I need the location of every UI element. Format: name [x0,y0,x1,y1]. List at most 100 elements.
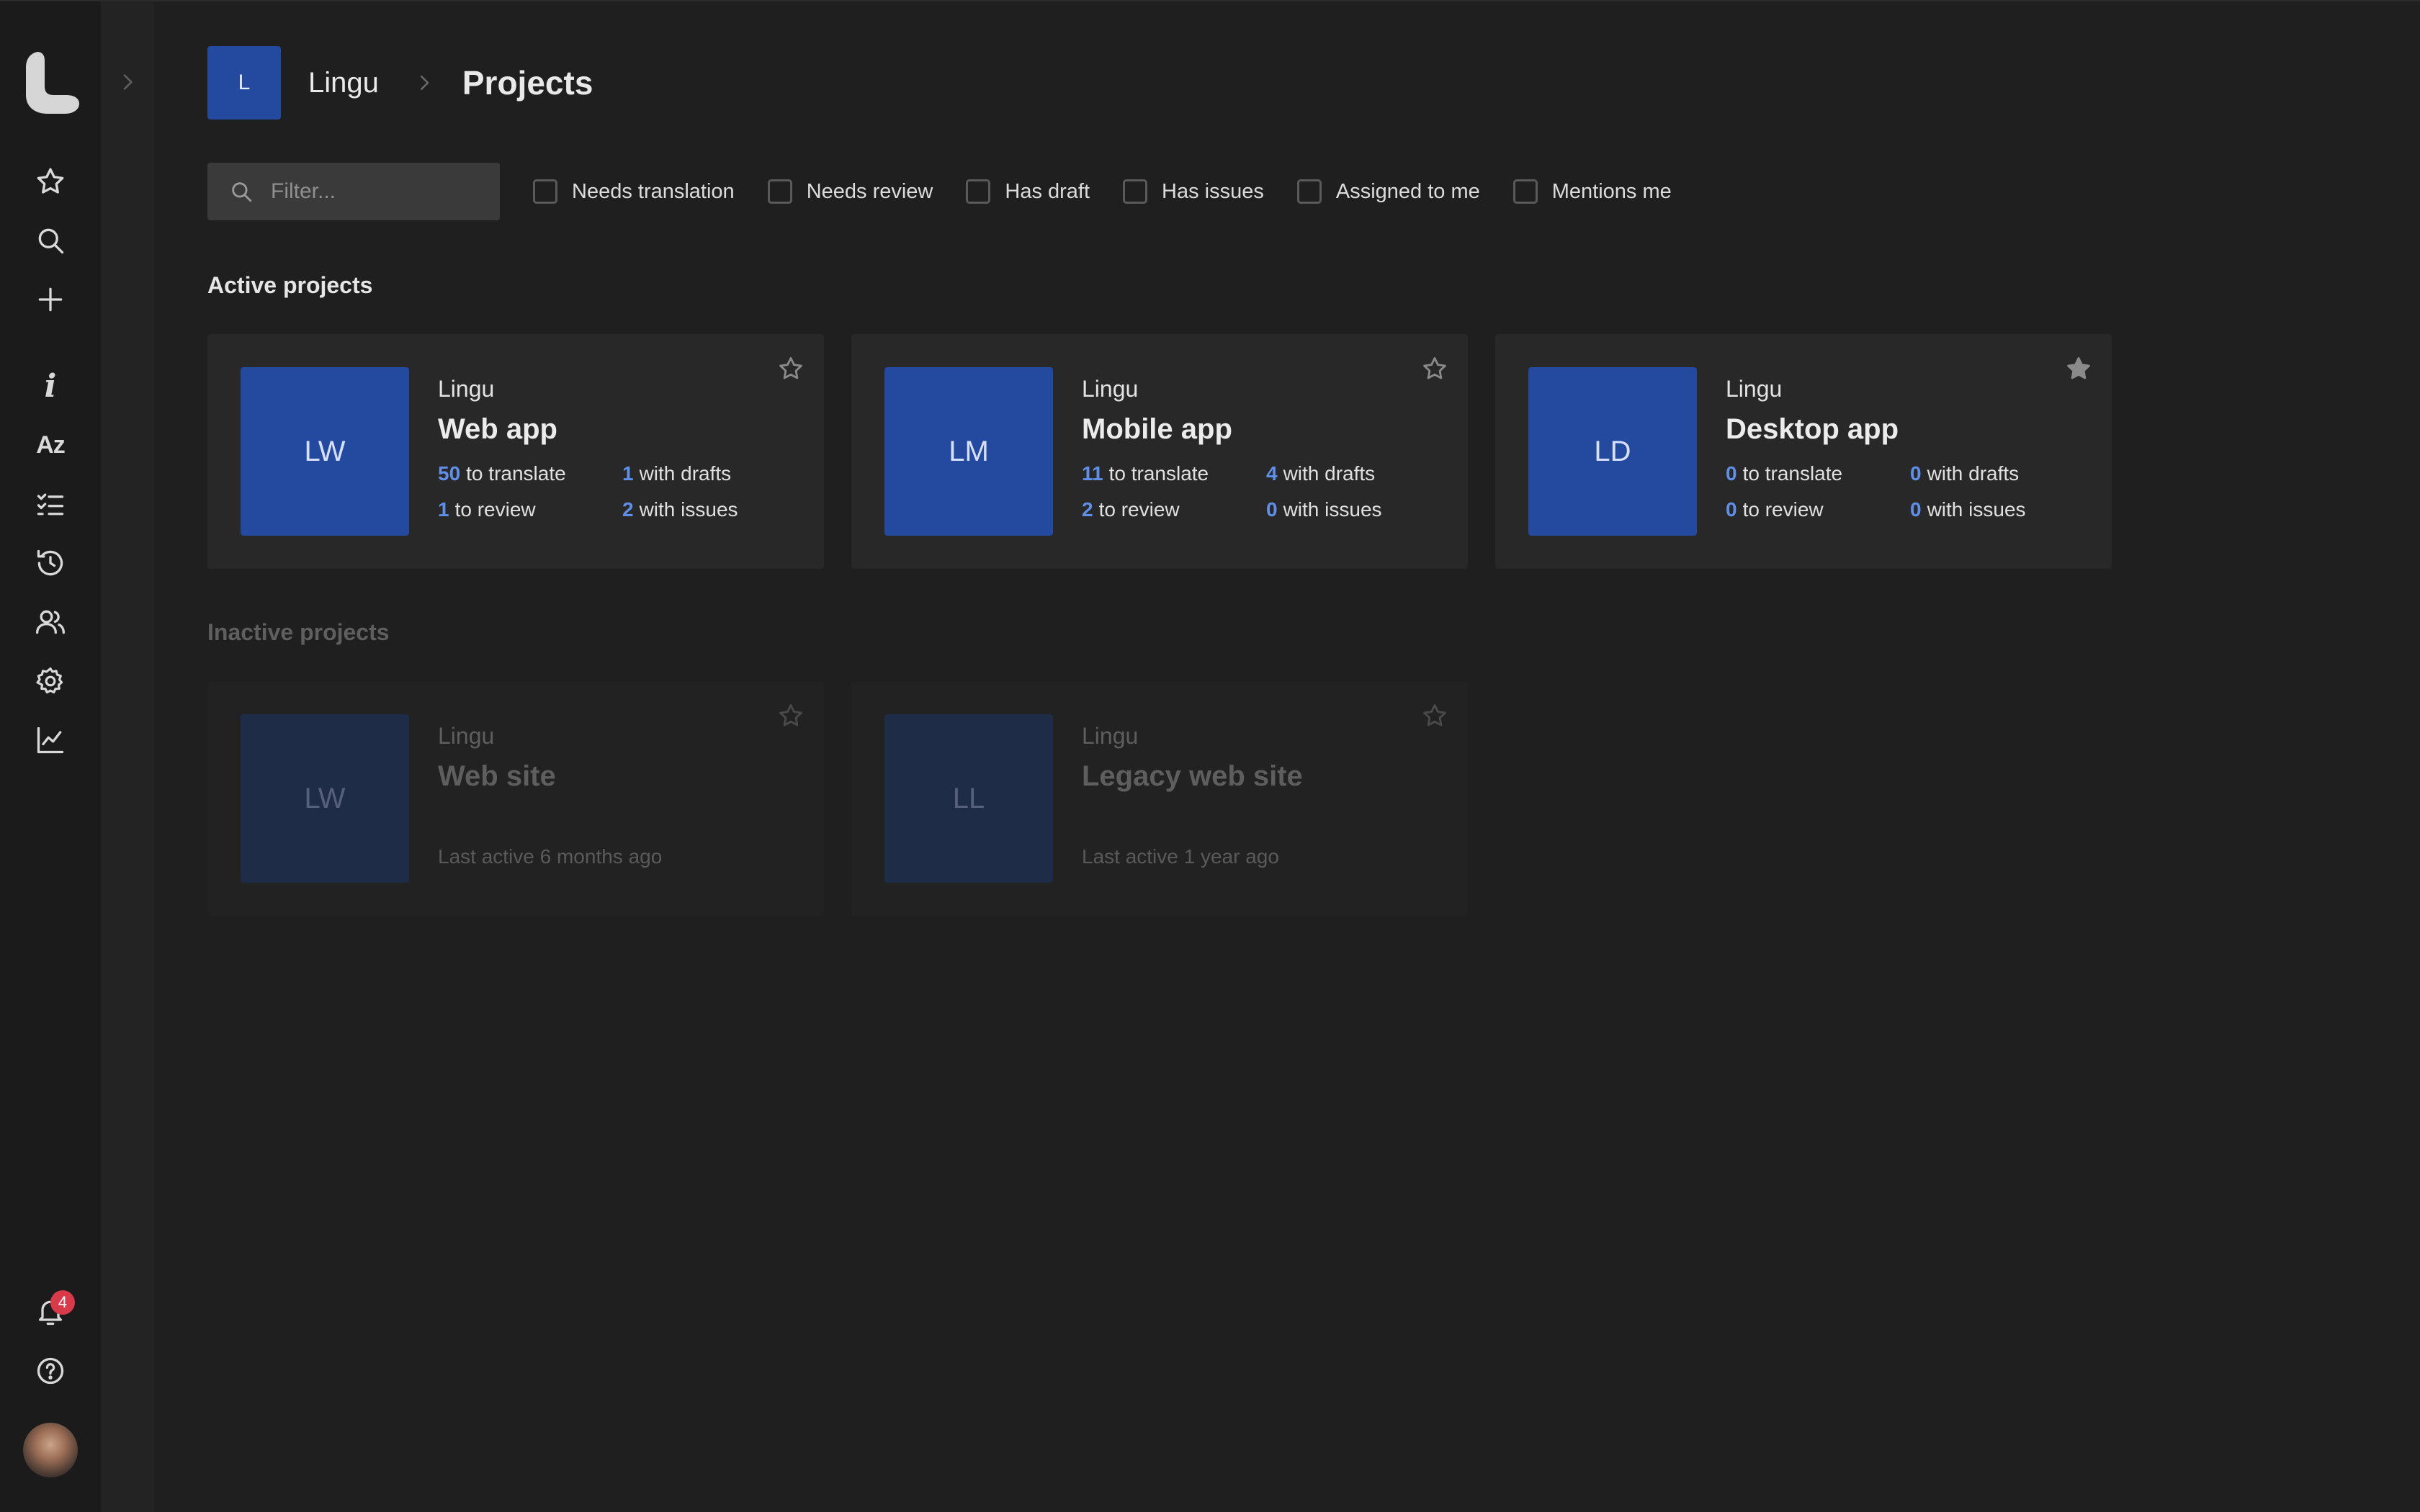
help-icon [37,1357,64,1385]
project-org: Lingu [1082,723,1139,749]
stat-to-review[interactable]: 1 to review [438,498,536,521]
stat-with-issues[interactable]: 0 with issues [1266,498,1382,521]
checkbox[interactable] [1296,179,1322,204]
help-button[interactable] [26,1346,75,1395]
filter-needs-review[interactable]: Needs review [767,179,933,204]
stat-to-translate[interactable]: 0 to translate [1726,462,1842,485]
stat-label: with issues [1283,498,1382,521]
project-card-mobile-app[interactable]: LM Lingu Mobile app 11 to translate 2 to r… [851,334,1468,569]
stat-value: 50 [438,462,461,485]
project-name[interactable]: Desktop app [1726,413,1899,446]
checklist-icon [37,493,64,516]
favorite-star-icon[interactable] [1420,354,1449,383]
stat-label: to review [454,498,536,521]
stat-to-review[interactable]: 2 to review [1082,498,1180,521]
chevron-right-icon [123,74,133,90]
project-name[interactable]: Web app [438,413,557,446]
chart-icon [37,726,64,754]
checkbox[interactable] [1123,179,1148,204]
sidebar-rail: i Az 4 [0,1,101,1512]
project-card-desktop-app[interactable]: LD Lingu Desktop app 0 to translate 0 to r… [1495,334,2112,569]
filter-label: Has draft [1005,179,1090,203]
app-window: i Az 4 L Lingu Projects Filter... Needs … [0,0,2420,1512]
stat-value: 1 [622,462,634,485]
project-name[interactable]: Mobile app [1082,413,1232,446]
filter-has-draft[interactable]: Has draft [966,179,1090,204]
filter-label: Mentions me [1551,179,1672,203]
user-avatar[interactable] [23,1423,78,1477]
checkbox[interactable] [1512,179,1538,204]
search-button[interactable] [26,216,75,265]
checkbox[interactable] [533,179,557,204]
checkbox[interactable] [767,179,792,204]
tasks-button[interactable] [26,480,75,528]
filter-mentions-me[interactable]: Mentions me [1512,179,1672,204]
filter-label: Needs review [806,179,933,203]
stat-with-issues[interactable]: 0 with issues [1910,498,2026,521]
stat-with-drafts[interactable]: 0 with drafts [1910,462,2019,485]
filter-search[interactable] [207,163,500,220]
info-button[interactable]: i [26,361,75,410]
members-button[interactable] [26,598,75,647]
search-icon [232,182,252,202]
stat-with-drafts[interactable]: 1 with drafts [622,462,731,485]
favorite-star-icon[interactable] [1420,701,1449,730]
notifications-button[interactable]: 4 [26,1287,75,1336]
favorite-star-icon[interactable] [776,354,805,383]
stat-value: 0 [1910,498,1922,521]
project-avatar: LL [884,714,1053,883]
project-card-legacy-web-site[interactable]: LL Lingu Legacy web site Last active 1 y… [851,681,1468,916]
active-projects-heading: Active projects [207,272,373,298]
stat-label: with drafts [1927,462,2020,485]
filter-has-issues[interactable]: Has issues [1123,179,1264,204]
page-title: Projects [462,64,593,102]
project-avatar: LM [884,367,1053,536]
filter-needs-translation[interactable]: Needs translation [533,179,735,204]
app-logo[interactable] [22,52,79,114]
stat-label: with drafts [639,462,732,485]
stat-value: 4 [1266,462,1278,485]
breadcrumb-org-link[interactable]: Lingu [308,67,379,99]
stat-value: 1 [438,498,449,521]
notification-count-badge: 4 [50,1290,75,1315]
breadcrumb: L Lingu Projects [207,46,593,120]
project-card-web-site[interactable]: LW Lingu Web site Last active 6 months a… [207,681,824,916]
stat-label: to translate [1108,462,1209,485]
filter-input[interactable] [269,179,485,204]
sidebar-expand-strip[interactable] [101,1,154,1512]
stat-label: with drafts [1283,462,1376,485]
project-name[interactable]: Web site [438,760,556,793]
favorites-button[interactable] [26,157,75,206]
filter-label: Assigned to me [1335,179,1480,203]
stat-to-translate[interactable]: 50 to translate [438,462,566,485]
org-avatar[interactable]: L [207,46,281,120]
settings-button[interactable] [26,657,75,706]
stat-with-drafts[interactable]: 4 with drafts [1266,462,1375,485]
stat-value: 0 [1910,462,1922,485]
expand-sidebar-button[interactable] [115,66,140,98]
stat-value: 0 [1726,462,1737,485]
info-icon: i [44,367,57,405]
project-card-web-app[interactable]: LW Lingu Web app 50 to translate 1 to revi… [207,334,824,569]
checkbox[interactable] [966,179,991,204]
star-icon [37,168,64,194]
project-org: Lingu [1726,376,1783,402]
stat-label: with issues [639,498,738,521]
stat-with-issues[interactable]: 2 with issues [622,498,738,521]
stat-label: to translate [1742,462,1843,485]
filter-assigned-to-me[interactable]: Assigned to me [1296,179,1480,204]
stat-label: with issues [1927,498,2026,521]
favorite-star-filled-icon[interactable] [2064,354,2093,383]
stats-button[interactable] [26,716,75,765]
glossary-button[interactable]: Az [26,420,75,469]
add-button[interactable] [26,275,75,324]
project-org: Lingu [1082,376,1139,402]
logo-icon [26,52,79,114]
az-icon: Az [36,431,66,459]
favorite-star-icon[interactable] [776,701,805,730]
history-button[interactable] [26,539,75,588]
stat-label: to review [1098,498,1180,521]
stat-to-review[interactable]: 0 to review [1726,498,1824,521]
stat-to-translate[interactable]: 11 to translate [1082,462,1209,485]
project-name[interactable]: Legacy web site [1082,760,1303,793]
